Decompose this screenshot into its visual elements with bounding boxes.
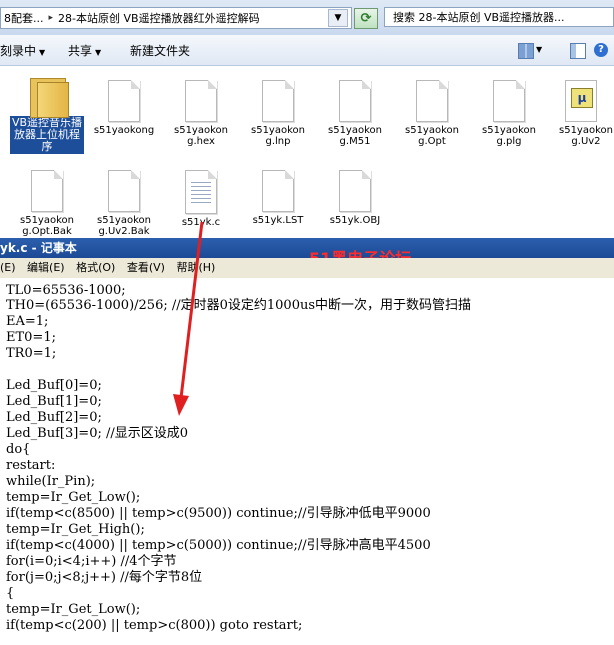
code-line: TR0=1; — [6, 346, 57, 361]
code-line: EA=1; — [6, 314, 49, 329]
menu-item-view[interactable]: 查看(V) — [127, 261, 165, 274]
code-line: temp=Ir_Get_High(); — [6, 522, 145, 537]
file-item[interactable]: s51yaokong.plg — [471, 80, 547, 147]
file-name: s51yk.c — [181, 217, 221, 228]
file-name: s51yaokong — [93, 125, 155, 136]
file-icon — [108, 170, 140, 212]
window-title: yk.c - 记事本 — [0, 241, 77, 255]
file-item[interactable]: s51yaokong.hex — [163, 80, 239, 147]
breadcrumb[interactable]: 8配套... ▸ 28-本站原创 VB遥控播放器红外遥控解码 — [0, 7, 352, 29]
code-line: Led_Buf[1]=0; — [6, 394, 102, 409]
file-name: s51yk.OBJ — [329, 215, 381, 226]
burn-label: 刻录中 — [0, 44, 37, 58]
new-folder-button[interactable]: 新建文件夹 — [130, 42, 190, 59]
file-name: s51yaokong.Uv2.Bak — [97, 215, 151, 237]
code-line: while(Ir_Pin); — [6, 474, 96, 489]
file-icon — [262, 80, 294, 122]
text-file-icon — [185, 170, 217, 214]
code-line: TH0=(65536-1000)/256; //定时器0设定约1000us中断一… — [6, 298, 472, 313]
code-line: for(i=0;i<4;i++) //4个字节 — [6, 554, 177, 569]
code-line: Led_Buf[3]=0; //显示区设成0 — [6, 426, 189, 441]
code-line: for(j=0;j<8;j++) //每个字节8位 — [6, 570, 203, 585]
file-icon — [185, 80, 217, 122]
file-item[interactable]: s51yk.c — [163, 170, 239, 228]
folder-icon — [27, 72, 69, 118]
breadcrumb-item[interactable]: 8配套... — [1, 10, 47, 26]
code-line: if(temp<c(4000) || temp>c(5000)) continu… — [6, 538, 431, 553]
refresh-icon[interactable]: ⟳ — [354, 8, 378, 29]
file-icon — [493, 80, 525, 122]
file-item[interactable]: s51yaokong.M51 — [317, 80, 393, 147]
file-name: s51yaokong.Opt.Bak — [20, 215, 74, 237]
file-icon — [416, 80, 448, 122]
file-icon — [31, 170, 63, 212]
notepad-text-area[interactable]: TL0=65536-1000; TH0=(65536-1000)/256; //… — [0, 278, 614, 645]
code-line: if(temp<c(200) || temp>c(800)) goto rest… — [6, 618, 303, 633]
chevron-down-icon[interactable]: ▼ — [536, 45, 542, 54]
file-name: s51yk.LST — [252, 215, 304, 226]
burn-button[interactable]: 刻录中 ▼ — [0, 42, 45, 59]
notepad-title-bar: yk.c - 记事本 — [0, 238, 614, 258]
file-item[interactable]: μ s51yaokong.Uv2 — [548, 80, 614, 147]
file-icon — [108, 80, 140, 122]
file-item[interactable]: s51yk.OBJ — [317, 170, 393, 226]
file-icon — [339, 170, 371, 212]
code-line: restart: — [6, 458, 56, 473]
preview-pane-icon[interactable] — [570, 43, 586, 59]
menu-item-edit-partial[interactable]: (E) — [0, 261, 16, 274]
search-input[interactable]: 搜索 28-本站原创 VB遥控播放器... — [384, 7, 614, 27]
file-name: s51yaokong.lnp — [251, 125, 305, 147]
menu-item-edit[interactable]: 编辑(E) — [27, 261, 65, 274]
file-name: s51yaokong.Uv2 — [559, 125, 613, 147]
uv2-project-icon: μ — [565, 80, 597, 122]
menu-item-format[interactable]: 格式(O) — [76, 261, 115, 274]
code-line: Led_Buf[2]=0; — [6, 410, 102, 425]
code-line: temp=Ir_Get_Low(); — [6, 490, 141, 505]
code-line: temp=Ir_Get_Low(); — [6, 602, 141, 617]
folder-item[interactable]: VB遥控音乐播放器上位机程序 — [10, 72, 84, 162]
address-bar: 8配套... ▸ 28-本站原创 VB遥控播放器红外遥控解码 ▼ ⟳ 搜索 28… — [0, 0, 614, 36]
code-line: if(temp<c(8500) || temp>c(9500)) continu… — [6, 506, 431, 521]
file-icon — [262, 170, 294, 212]
file-item[interactable]: s51yaokong.Uv2.Bak — [86, 170, 162, 237]
share-label: 共享 — [68, 44, 93, 58]
code-line: { — [6, 586, 15, 601]
file-name: s51yaokong.hex — [174, 125, 228, 147]
help-icon[interactable]: ? — [594, 43, 608, 57]
file-name: s51yaokong.plg — [482, 125, 536, 147]
file-name: s51yaokong.Opt — [405, 125, 459, 147]
file-name: VB遥控音乐播放器上位机程序 — [10, 116, 84, 154]
file-item[interactable]: s51yk.LST — [240, 170, 316, 226]
chevron-down-icon: ▼ — [39, 48, 46, 57]
file-item[interactable]: s51yaokong — [86, 80, 162, 136]
share-button[interactable]: 共享 ▼ — [68, 42, 101, 59]
breadcrumb-item[interactable]: 28-本站原创 VB遥控播放器红外遥控解码 — [55, 10, 263, 26]
code-line: do{ — [6, 442, 31, 457]
menu-item-help[interactable]: 帮助(H) — [176, 261, 215, 274]
notepad-menu-bar: (E) 编辑(E) 格式(O) 查看(V) 帮助(H) — [0, 258, 614, 279]
file-item[interactable]: s51yaokong.lnp — [240, 80, 316, 147]
view-icon[interactable] — [518, 43, 534, 59]
file-item[interactable]: s51yaokong.Opt — [394, 80, 470, 147]
code-line: ET0=1; — [6, 330, 56, 345]
chevron-down-icon[interactable]: ▼ — [328, 9, 348, 27]
file-item[interactable]: s51yaokong.Opt.Bak — [9, 170, 85, 237]
command-toolbar: 刻录中 ▼ 共享 ▼ 新建文件夹 ▼ ? — [0, 35, 614, 66]
chevron-down-icon: ▼ — [95, 48, 102, 57]
file-name: s51yaokong.M51 — [328, 125, 382, 147]
chevron-right-icon[interactable]: ▸ — [47, 13, 56, 23]
code-line: TL0=65536-1000; — [6, 283, 126, 298]
code-line: Led_Buf[0]=0; — [6, 378, 102, 393]
file-icon — [339, 80, 371, 122]
